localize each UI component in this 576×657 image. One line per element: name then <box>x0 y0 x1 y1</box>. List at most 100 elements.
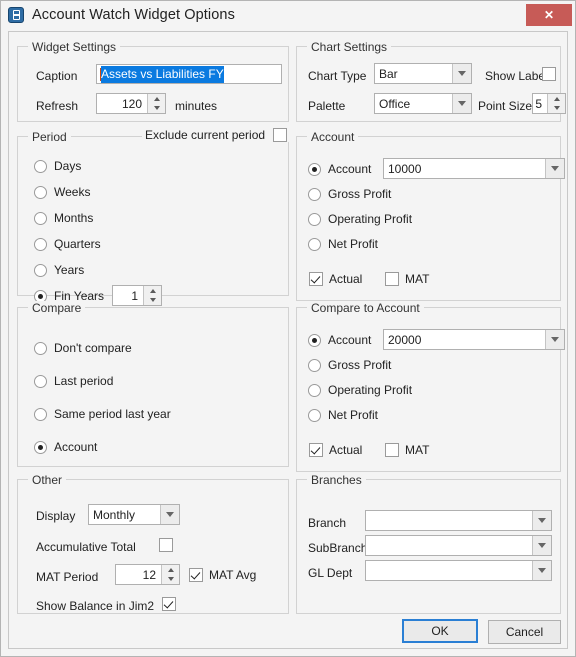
display-select[interactable]: Monthly <box>88 504 180 525</box>
radio-dot <box>34 374 47 388</box>
chevron-down-icon[interactable] <box>532 561 551 580</box>
caption-input-value: Assets vs Liabilities FY <box>101 65 224 83</box>
dialog-window: Account Watch Widget Options ✕ Widget Se… <box>0 0 576 657</box>
chevron-down-icon[interactable] <box>532 511 551 530</box>
accumulative-total-checkbox[interactable] <box>159 537 173 553</box>
caption-label: Caption <box>36 69 78 83</box>
display-value: Monthly <box>93 507 136 522</box>
mat-avg-checkbox[interactable]: MAT Avg <box>189 567 256 583</box>
close-button[interactable]: ✕ <box>526 4 572 26</box>
refresh-stepper[interactable]: 120 <box>96 93 166 114</box>
compare-option-dont-compare[interactable]: Don't compare <box>34 340 132 356</box>
compare-option-same-period-last-year[interactable]: Same period last year <box>34 406 171 422</box>
group-branches: Branches Branch SubBranch GL Dept <box>296 473 561 614</box>
compare-account-option-account[interactable]: Account <box>308 332 371 348</box>
account-mat-checkbox[interactable]: MAT <box>385 271 429 287</box>
fin-years-spin-up[interactable] <box>144 286 161 296</box>
radio-dot <box>34 211 47 225</box>
group-widget-settings-legend: Widget Settings <box>28 40 121 54</box>
compare-account-option-net-profit[interactable]: Net Profit <box>308 407 378 423</box>
period-option-quarters[interactable]: Quarters <box>34 236 101 252</box>
compare-account-option-gross-profit[interactable]: Gross Profit <box>308 357 391 373</box>
radio-dot <box>308 237 321 251</box>
compare-account-select[interactable]: 20000 <box>383 329 565 350</box>
point-size-spin-buttons[interactable] <box>547 94 565 113</box>
period-option-months[interactable]: Months <box>34 210 93 226</box>
group-period-legend: Period <box>28 130 71 144</box>
branch-select[interactable] <box>365 510 552 531</box>
group-other: Other Display Monthly Accumulative Total… <box>17 473 289 614</box>
fin-years-spin-buttons[interactable] <box>143 286 161 305</box>
group-compare-to-account: Compare to Account Account 20000 Gross P… <box>296 301 565 472</box>
chart-type-select[interactable]: Bar <box>374 63 472 84</box>
account-mat-box <box>385 272 399 286</box>
ok-button[interactable]: OK <box>402 619 478 643</box>
mat-period-stepper[interactable]: 12 <box>115 564 180 585</box>
chevron-down-icon[interactable] <box>452 94 471 113</box>
group-account: Account Account 10000 Gross Profit Opera… <box>296 130 565 301</box>
period-option-days[interactable]: Days <box>34 158 81 174</box>
display-label: Display <box>36 509 76 523</box>
chevron-down-icon[interactable] <box>545 159 564 178</box>
dialog-panel: Widget Settings Caption Assets vs Liabil… <box>8 31 568 649</box>
compare-account-actual-checkbox[interactable]: Actual <box>309 442 362 458</box>
compare-option-account[interactable]: Account <box>34 439 97 455</box>
group-other-legend: Other <box>28 473 67 487</box>
account-option-net-profit-label: Net Profit <box>328 237 379 251</box>
refresh-spin-buttons[interactable] <box>147 94 165 113</box>
branch-label: Branch <box>308 516 347 530</box>
exclude-current-period-label: Exclude current period <box>145 128 266 142</box>
period-option-years[interactable]: Years <box>34 262 84 278</box>
period-option-quarters-label: Quarters <box>54 237 101 251</box>
palette-select[interactable]: Office <box>374 93 472 114</box>
account-select-value: 10000 <box>388 161 422 176</box>
palette-value: Office <box>379 96 411 111</box>
group-branches-legend: Branches <box>307 473 366 487</box>
account-option-account[interactable]: Account <box>308 161 371 177</box>
fin-years-spin-down[interactable] <box>144 296 161 306</box>
account-actual-checkbox[interactable]: Actual <box>309 271 362 287</box>
gl-dept-select[interactable] <box>365 560 552 581</box>
account-option-net-profit[interactable]: Net Profit <box>308 236 378 252</box>
chevron-down-icon[interactable] <box>160 505 179 524</box>
mat-period-spin-down[interactable] <box>162 575 179 585</box>
compare-account-option-operating-profit[interactable]: Operating Profit <box>308 382 412 398</box>
compare-option-same-period-last-year-label: Same period last year <box>54 407 171 421</box>
caption-input[interactable]: Assets vs Liabilities FY <box>96 64 282 84</box>
show-balance-checkbox[interactable] <box>162 596 176 612</box>
radio-dot <box>34 407 47 421</box>
refresh-spin-up[interactable] <box>148 94 165 104</box>
refresh-value: 120 <box>121 96 142 111</box>
chevron-down-icon[interactable] <box>545 330 564 349</box>
fin-years-stepper[interactable]: 1 <box>112 285 162 306</box>
point-size-stepper[interactable]: 5 <box>532 93 566 114</box>
group-account-legend: Account <box>307 130 359 144</box>
compare-account-option-account-label: Account <box>328 333 372 347</box>
account-option-operating-profit[interactable]: Operating Profit <box>308 211 412 227</box>
group-compare-to-account-legend: Compare to Account <box>307 301 424 315</box>
refresh-units-label: minutes <box>175 99 218 113</box>
chevron-down-icon[interactable] <box>452 64 471 83</box>
refresh-spin-down[interactable] <box>148 104 165 114</box>
palette-label: Palette <box>308 99 346 113</box>
book-icon <box>8 7 24 23</box>
account-mat-label: MAT <box>405 272 430 286</box>
chevron-down-icon[interactable] <box>532 536 551 555</box>
period-option-weeks[interactable]: Weeks <box>34 184 90 200</box>
point-size-spin-down[interactable] <box>548 104 565 114</box>
account-option-gross-profit[interactable]: Gross Profit <box>308 186 391 202</box>
mat-period-spin-buttons[interactable] <box>161 565 179 584</box>
subbranch-select[interactable] <box>365 535 552 556</box>
accumulative-total-box <box>159 538 173 552</box>
account-select[interactable]: 10000 <box>383 158 565 179</box>
radio-dot <box>308 383 321 397</box>
compare-account-mat-checkbox[interactable]: MAT <box>385 442 429 458</box>
cancel-button[interactable]: Cancel <box>488 620 561 644</box>
mat-period-spin-up[interactable] <box>162 565 179 575</box>
compare-option-last-period[interactable]: Last period <box>34 373 113 389</box>
exclude-current-period-checkbox[interactable]: Exclude current period <box>142 128 291 142</box>
radio-dot <box>308 212 321 226</box>
show-labels-checkbox[interactable] <box>542 66 556 82</box>
account-option-gross-profit-label: Gross Profit <box>328 187 392 201</box>
point-size-spin-up[interactable] <box>548 94 565 104</box>
